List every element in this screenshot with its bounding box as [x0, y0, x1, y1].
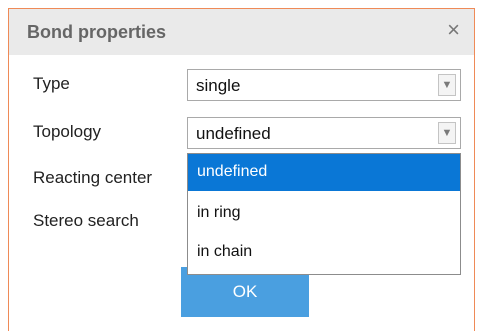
bond-properties-dialog: Bond properties × Type single ▼ Topology…: [8, 8, 475, 331]
dialog-title: Bond properties: [27, 22, 167, 42]
chevron-down-icon[interactable]: ▼: [438, 122, 456, 144]
topology-select[interactable]: undefined ▼: [187, 117, 461, 149]
topology-select-value: undefined: [196, 124, 271, 143]
chevron-down-icon[interactable]: ▼: [438, 74, 456, 96]
dropdown-option-undefined[interactable]: undefined: [188, 154, 460, 191]
type-label: Type: [33, 74, 70, 93]
stereo-search-label: Stereo search: [33, 211, 139, 230]
type-select[interactable]: single ▼: [187, 69, 461, 101]
topology-dropdown-list: undefined in ring in chain: [187, 153, 461, 275]
type-select-value: single: [196, 76, 241, 95]
dropdown-option-in-ring[interactable]: in ring: [188, 195, 460, 232]
topology-label: Topology: [33, 122, 102, 141]
dropdown-option-in-chain[interactable]: in chain: [188, 234, 460, 271]
reacting-center-label: Reacting center: [33, 168, 153, 187]
close-icon[interactable]: ×: [447, 19, 460, 41]
dialog-titlebar: Bond properties ×: [9, 9, 474, 55]
